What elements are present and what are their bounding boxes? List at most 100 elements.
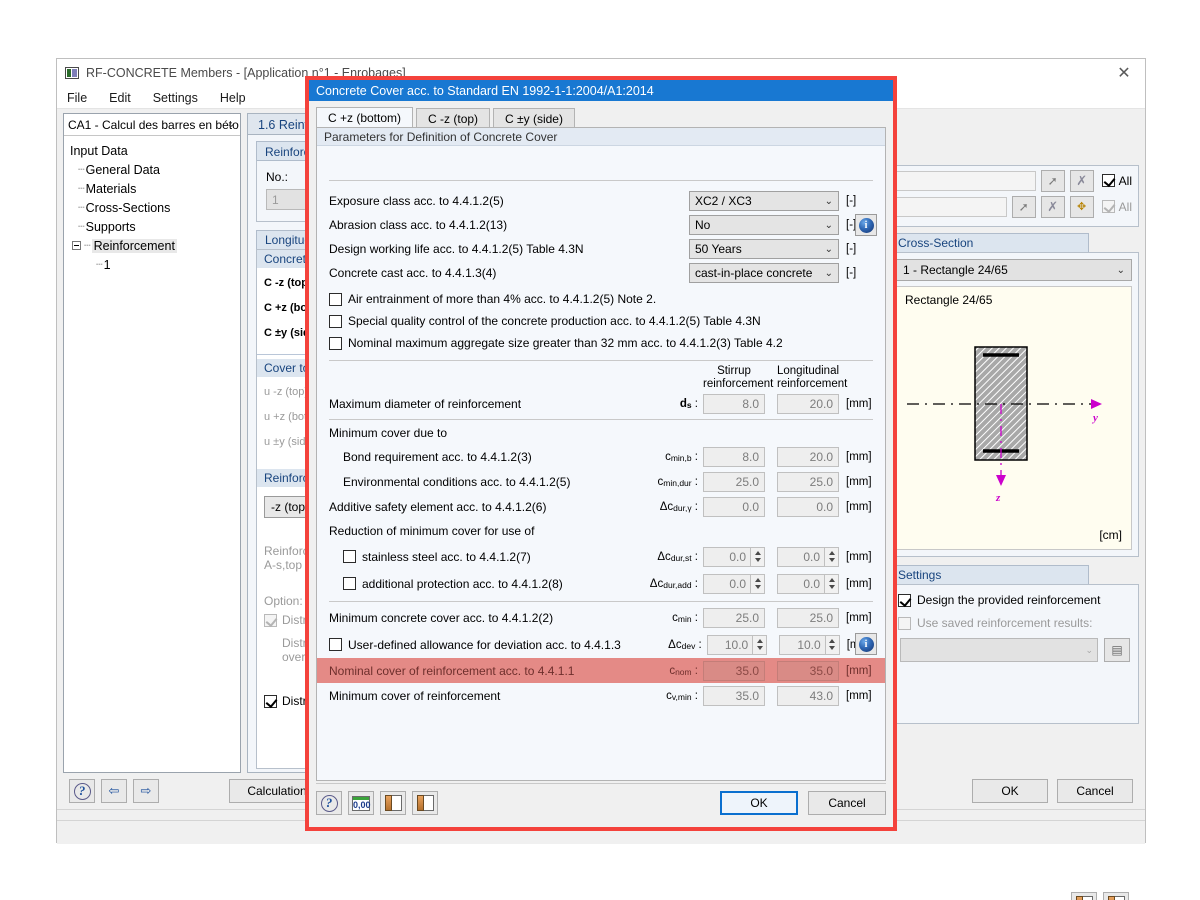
dialog-ok-button[interactable]: OK xyxy=(720,791,798,815)
menu-item-edit[interactable]: Edit xyxy=(107,90,133,106)
help-icon[interactable]: ? xyxy=(316,791,342,815)
setting-design-row[interactable]: Design the provided reinforcement xyxy=(898,593,1130,607)
additional-longitudinal-spinner[interactable]: 0.0 xyxy=(777,573,839,594)
spin-down-icon[interactable] xyxy=(828,558,835,562)
close-icon[interactable]: ✕ xyxy=(1113,63,1135,83)
all-checkbox-2-row[interactable]: All xyxy=(1101,200,1132,214)
checkbox-user-defined-allowance[interactable] xyxy=(329,638,342,651)
units-icon[interactable]: 0,00 xyxy=(348,791,374,815)
user-allowance-longitudinal-spinner[interactable]: 10.0 xyxy=(779,634,840,655)
max-diameter-longitudinal-input[interactable]: 20.0 xyxy=(777,394,839,414)
setting-saved-results-row[interactable]: Use saved reinforcement results: xyxy=(898,616,1130,630)
next-icon[interactable]: ⇨ xyxy=(133,779,159,803)
checkbox-stainless-steel[interactable] xyxy=(343,550,356,563)
collapse-icon[interactable] xyxy=(72,241,81,250)
max-diameter-stirrup-input[interactable]: 8.0 xyxy=(703,394,765,414)
info-icon-allowance[interactable]: i xyxy=(855,633,877,655)
spinner-buttons[interactable] xyxy=(750,574,764,593)
min-concrete-cover-stirrup-input[interactable]: 25.0 xyxy=(703,608,765,628)
new-set-icon[interactable]: ✥ xyxy=(1069,195,1094,218)
member-list-input-2[interactable] xyxy=(894,196,1007,217)
design-working-life-select[interactable]: 50 Years ⌄ xyxy=(689,239,839,259)
ok-button[interactable]: OK xyxy=(972,779,1048,803)
sidebar-item-reinforcement-1[interactable]: ┄ 1 xyxy=(68,255,240,274)
stainless-longitudinal-spinner[interactable]: 0.0 xyxy=(777,546,839,567)
exposure-class-select[interactable]: XC2 / XC3 ⌄ xyxy=(689,191,839,211)
spin-down-icon[interactable] xyxy=(756,646,763,650)
spin-down-icon[interactable] xyxy=(829,646,836,650)
nominal-cover-longitudinal-input[interactable]: 35.0 xyxy=(777,660,839,681)
checkbox-air-entrainment[interactable] xyxy=(329,292,342,306)
bond-stirrup-input[interactable]: 8.0 xyxy=(703,446,765,467)
user-allowance-check-cell[interactable]: User-defined allowance for deviation acc… xyxy=(329,638,621,652)
spin-down-icon[interactable] xyxy=(754,585,761,589)
dialog-cancel-button[interactable]: Cancel xyxy=(808,791,886,815)
special-quality-row[interactable]: Special quality control of the concrete … xyxy=(329,310,873,332)
all-checkbox-1-row[interactable]: All xyxy=(1101,174,1132,188)
checkbox-all-2[interactable] xyxy=(1101,200,1115,213)
sidebar-item-reinforcement[interactable]: ┄ Reinforcement xyxy=(68,236,240,255)
spinner-buttons[interactable] xyxy=(824,547,838,566)
help-icon[interactable]: ? xyxy=(69,779,95,803)
pick-icon-1[interactable]: ➚ xyxy=(1040,169,1065,192)
stainless-steel-check-cell[interactable]: stainless steel acc. to 4.4.1.2(7) xyxy=(329,550,615,564)
menu-item-settings[interactable]: Settings xyxy=(151,90,200,106)
additive-stirrup-input[interactable]: 0.0 xyxy=(703,496,765,517)
environmental-stirrup-input[interactable]: 25.0 xyxy=(703,471,765,492)
checkbox-use-saved-results[interactable] xyxy=(898,616,911,630)
sidebar-item-cross-sections[interactable]: ┄ Cross-Sections xyxy=(68,198,240,217)
checkbox-distribute-2[interactable] xyxy=(264,694,277,708)
concrete-cast-select[interactable]: cast-in-place concrete ⌄ xyxy=(689,263,839,283)
pick-icon-2[interactable]: ➚ xyxy=(1011,195,1036,218)
additive-longitudinal-input[interactable]: 0.0 xyxy=(777,496,839,517)
sidebar-item-general-data[interactable]: ┄ General Data xyxy=(68,160,240,179)
delete-icon-1[interactable]: ✗ xyxy=(1069,169,1094,192)
sidebar-item-supports[interactable]: ┄ Supports xyxy=(68,217,240,236)
member-list-input-1[interactable] xyxy=(894,170,1036,191)
abrasion-class-select[interactable]: No ⌄ xyxy=(689,215,839,235)
copy-icon[interactable] xyxy=(1071,892,1097,900)
min-cover-reinforcement-stirrup-input[interactable]: 35.0 xyxy=(703,686,765,706)
additional-protection-check-cell[interactable]: additional protection acc. to 4.4.1.2(8) xyxy=(329,577,615,591)
cross-section-combo[interactable]: 1 - Rectangle 24/65 ⌄ xyxy=(896,259,1132,281)
previous-icon[interactable]: ⇦ xyxy=(101,779,127,803)
spin-down-icon[interactable] xyxy=(754,558,761,562)
spinner-buttons[interactable] xyxy=(752,635,767,654)
min-cover-reinforcement-longitudinal-input[interactable]: 43.0 xyxy=(777,686,839,706)
spinner-buttons[interactable] xyxy=(750,547,764,566)
bond-longitudinal-input[interactable]: 20.0 xyxy=(777,446,839,467)
tab-c-minus-z-top[interactable]: C -z (top) xyxy=(416,108,491,129)
additional-stirrup-spinner[interactable]: 0.0 xyxy=(703,573,765,594)
saved-results-browse-icon[interactable]: ▤ xyxy=(1104,638,1130,662)
checkbox-all-1[interactable] xyxy=(1101,174,1115,187)
cancel-button[interactable]: Cancel xyxy=(1057,779,1133,803)
nominal-cover-stirrup-input[interactable]: 35.0 xyxy=(703,660,765,681)
paste-icon[interactable] xyxy=(412,791,438,815)
environmental-longitudinal-input[interactable]: 25.0 xyxy=(777,471,839,492)
info-icon-parameters[interactable]: i xyxy=(855,214,877,236)
air-entrainment-row[interactable]: Air entrainment of more than 4% acc. to … xyxy=(329,288,873,310)
delete-icon-2[interactable]: ✗ xyxy=(1040,195,1065,218)
spin-up-icon[interactable] xyxy=(829,639,836,643)
spinner-buttons[interactable] xyxy=(824,574,838,593)
spinner-buttons[interactable] xyxy=(824,635,839,654)
saved-results-combo[interactable]: ⌄ xyxy=(900,638,1098,662)
checkbox-design-provided-reinforcement[interactable] xyxy=(898,593,911,607)
spin-up-icon[interactable] xyxy=(754,551,761,555)
stainless-stirrup-spinner[interactable]: 0.0 xyxy=(703,546,765,567)
copy-icon[interactable] xyxy=(380,791,406,815)
checkbox-nominal-aggregate-size[interactable] xyxy=(329,336,342,350)
spin-up-icon[interactable] xyxy=(756,639,763,643)
tab-c-plus-z-bottom[interactable]: C +z (bottom) xyxy=(316,107,414,129)
load-case-combo[interactable]: CA1 - Calcul des barres en béto ⌄ xyxy=(64,114,240,136)
checkbox-distribute-1[interactable] xyxy=(264,613,277,627)
cross-section-viewport[interactable]: Rectangle 24/65 y z [cm] xyxy=(896,286,1132,550)
tab-c-plus-minus-y-side[interactable]: C ±y (side) xyxy=(493,108,575,129)
spin-down-icon[interactable] xyxy=(828,585,835,589)
tree-root[interactable]: Input Data xyxy=(68,141,240,160)
checkbox-special-quality-control[interactable] xyxy=(329,314,342,328)
checkbox-additional-protection[interactable] xyxy=(343,577,356,590)
menu-item-file[interactable]: File xyxy=(65,90,89,106)
spin-up-icon[interactable] xyxy=(754,578,761,582)
aggregate-size-row[interactable]: Nominal maximum aggregate size greater t… xyxy=(329,332,873,354)
